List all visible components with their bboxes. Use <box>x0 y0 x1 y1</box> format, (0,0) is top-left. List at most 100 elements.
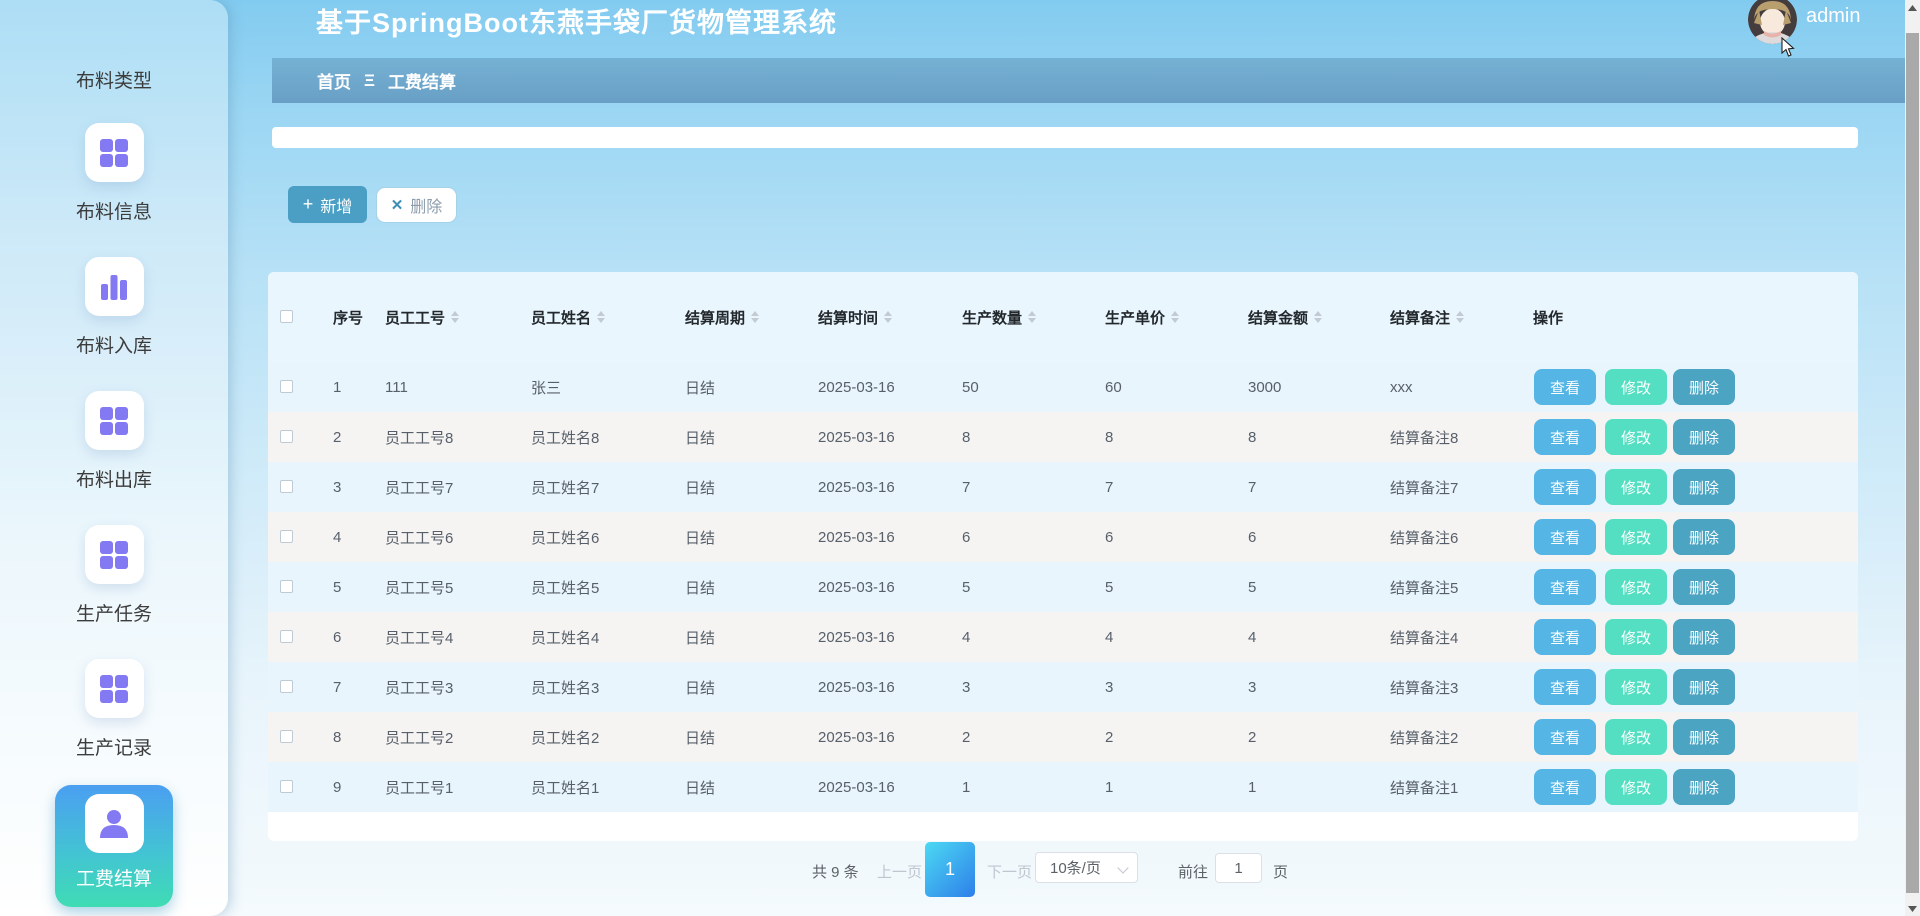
edit-button[interactable]: 修改 <box>1605 469 1667 505</box>
row-delete-button[interactable]: 删除 <box>1673 719 1735 755</box>
view-button[interactable]: 查看 <box>1534 669 1596 705</box>
sort-caret-icon[interactable] <box>1456 311 1464 323</box>
plus-icon: + <box>303 194 314 215</box>
column-header-7[interactable]: 生产单价 <box>1105 272 1179 362</box>
sort-caret-icon[interactable] <box>884 311 892 323</box>
edit-button[interactable]: 修改 <box>1605 519 1667 555</box>
row-checkbox[interactable] <box>280 380 293 393</box>
cell-note: 结算备注6 <box>1390 512 1458 562</box>
view-button[interactable]: 查看 <box>1534 719 1596 755</box>
breadcrumb-home[interactable]: 首页 <box>317 68 351 93</box>
view-button[interactable]: 查看 <box>1534 619 1596 655</box>
row-checkbox[interactable] <box>280 630 293 643</box>
cell-qty: 1 <box>962 762 970 812</box>
scrollbar[interactable] <box>1905 0 1920 916</box>
select-all-checkbox[interactable] <box>280 310 293 323</box>
delete-button[interactable]: ✕ 删除 <box>376 187 457 223</box>
cell-emp_id: 员工工号5 <box>385 562 453 612</box>
pagination-goto-label: 前往 <box>1178 861 1208 882</box>
row-checkbox[interactable] <box>280 780 293 793</box>
cell-note: 结算备注3 <box>1390 662 1458 712</box>
scroll-down-icon[interactable] <box>1905 901 1920 916</box>
column-header-8[interactable]: 结算金额 <box>1248 272 1322 362</box>
pagination-prev[interactable]: 上一页 <box>877 861 922 882</box>
pagination-total: 共 9 条 <box>812 861 859 882</box>
pagination-next[interactable]: 下一页 <box>987 861 1032 882</box>
row-delete-button[interactable]: 删除 <box>1673 369 1735 405</box>
cell-note: 结算备注5 <box>1390 562 1458 612</box>
view-button[interactable]: 查看 <box>1534 369 1596 405</box>
view-button[interactable]: 查看 <box>1534 519 1596 555</box>
column-header-6[interactable]: 生产数量 <box>962 272 1036 362</box>
row-delete-button[interactable]: 删除 <box>1673 619 1735 655</box>
sort-caret-icon[interactable] <box>451 311 459 323</box>
column-header-label: 操作 <box>1533 307 1563 328</box>
cell-qty: 50 <box>962 362 979 412</box>
page-size-select[interactable]: 10条/页 <box>1035 852 1138 883</box>
column-header-5[interactable]: 结算时间 <box>818 272 892 362</box>
row-delete-button[interactable]: 删除 <box>1673 469 1735 505</box>
sort-caret-icon[interactable] <box>1314 311 1322 323</box>
sidebar-item-布料信息[interactable]: 布料信息 <box>0 123 228 224</box>
column-header-3[interactable]: 员工姓名 <box>531 272 605 362</box>
edit-button[interactable]: 修改 <box>1605 769 1667 805</box>
cell-price: 1 <box>1105 762 1113 812</box>
search-bar[interactable] <box>272 127 1858 148</box>
cell-note: 结算备注1 <box>1390 762 1458 812</box>
sort-caret-icon[interactable] <box>1028 311 1036 323</box>
edit-button[interactable]: 修改 <box>1605 369 1667 405</box>
sidebar-item-布料出库[interactable]: 布料出库 <box>0 391 228 492</box>
column-header-1: 序号 <box>333 272 363 362</box>
cell-amount: 5 <box>1248 562 1256 612</box>
sort-caret-icon[interactable] <box>597 311 605 323</box>
sidebar-item-label: 布料类型 <box>76 66 152 93</box>
user-icon <box>85 794 144 853</box>
cell-emp_id: 员工工号1 <box>385 762 453 812</box>
column-header-9[interactable]: 结算备注 <box>1390 272 1464 362</box>
sidebar-item-布料入库[interactable]: 布料入库 <box>0 257 228 358</box>
pagination-page-1[interactable]: 1 <box>925 842 975 897</box>
admin-username[interactable]: admin <box>1806 5 1860 28</box>
view-button[interactable]: 查看 <box>1534 419 1596 455</box>
edit-button[interactable]: 修改 <box>1605 569 1667 605</box>
row-checkbox[interactable] <box>280 580 293 593</box>
row-delete-button[interactable]: 删除 <box>1673 769 1735 805</box>
table-row-8: 8员工工号2员工姓名2日结2025-03-16222结算备注2查看修改删除 <box>268 712 1858 762</box>
view-button[interactable]: 查看 <box>1534 569 1596 605</box>
cell-no: 3 <box>333 462 341 512</box>
scroll-up-icon[interactable] <box>1905 0 1920 15</box>
add-button[interactable]: + 新增 <box>288 186 367 223</box>
sidebar-item-布料类型[interactable]: 布料类型 <box>0 66 228 93</box>
cell-no: 2 <box>333 412 341 462</box>
cell-emp_id: 员工工号3 <box>385 662 453 712</box>
view-button[interactable]: 查看 <box>1534 469 1596 505</box>
goto-page-input[interactable]: 1 <box>1215 853 1262 883</box>
edit-button[interactable]: 修改 <box>1605 719 1667 755</box>
column-header-2[interactable]: 员工工号 <box>385 272 459 362</box>
grid-icon <box>85 391 144 450</box>
row-checkbox[interactable] <box>280 680 293 693</box>
view-button[interactable]: 查看 <box>1534 769 1596 805</box>
cell-cycle: 日结 <box>685 362 715 412</box>
cell-cycle: 日结 <box>685 712 715 762</box>
row-checkbox[interactable] <box>280 430 293 443</box>
column-header-4[interactable]: 结算周期 <box>685 272 759 362</box>
cell-price: 7 <box>1105 462 1113 512</box>
row-checkbox[interactable] <box>280 480 293 493</box>
sidebar-item-生产任务[interactable]: 生产任务 <box>0 525 228 626</box>
row-delete-button[interactable]: 删除 <box>1673 519 1735 555</box>
row-checkbox[interactable] <box>280 530 293 543</box>
scrollbar-thumb[interactable] <box>1906 33 1919 893</box>
row-delete-button[interactable]: 删除 <box>1673 669 1735 705</box>
row-checkbox[interactable] <box>280 730 293 743</box>
sort-caret-icon[interactable] <box>1171 311 1179 323</box>
row-delete-button[interactable]: 删除 <box>1673 569 1735 605</box>
edit-button[interactable]: 修改 <box>1605 669 1667 705</box>
cell-emp_name: 员工姓名2 <box>531 712 599 762</box>
edit-button[interactable]: 修改 <box>1605 419 1667 455</box>
edit-button[interactable]: 修改 <box>1605 619 1667 655</box>
sort-caret-icon[interactable] <box>751 311 759 323</box>
sidebar-item-工费结算-active[interactable]: 工费结算 <box>55 785 173 907</box>
sidebar-item-生产记录[interactable]: 生产记录 <box>0 659 228 760</box>
row-delete-button[interactable]: 删除 <box>1673 419 1735 455</box>
